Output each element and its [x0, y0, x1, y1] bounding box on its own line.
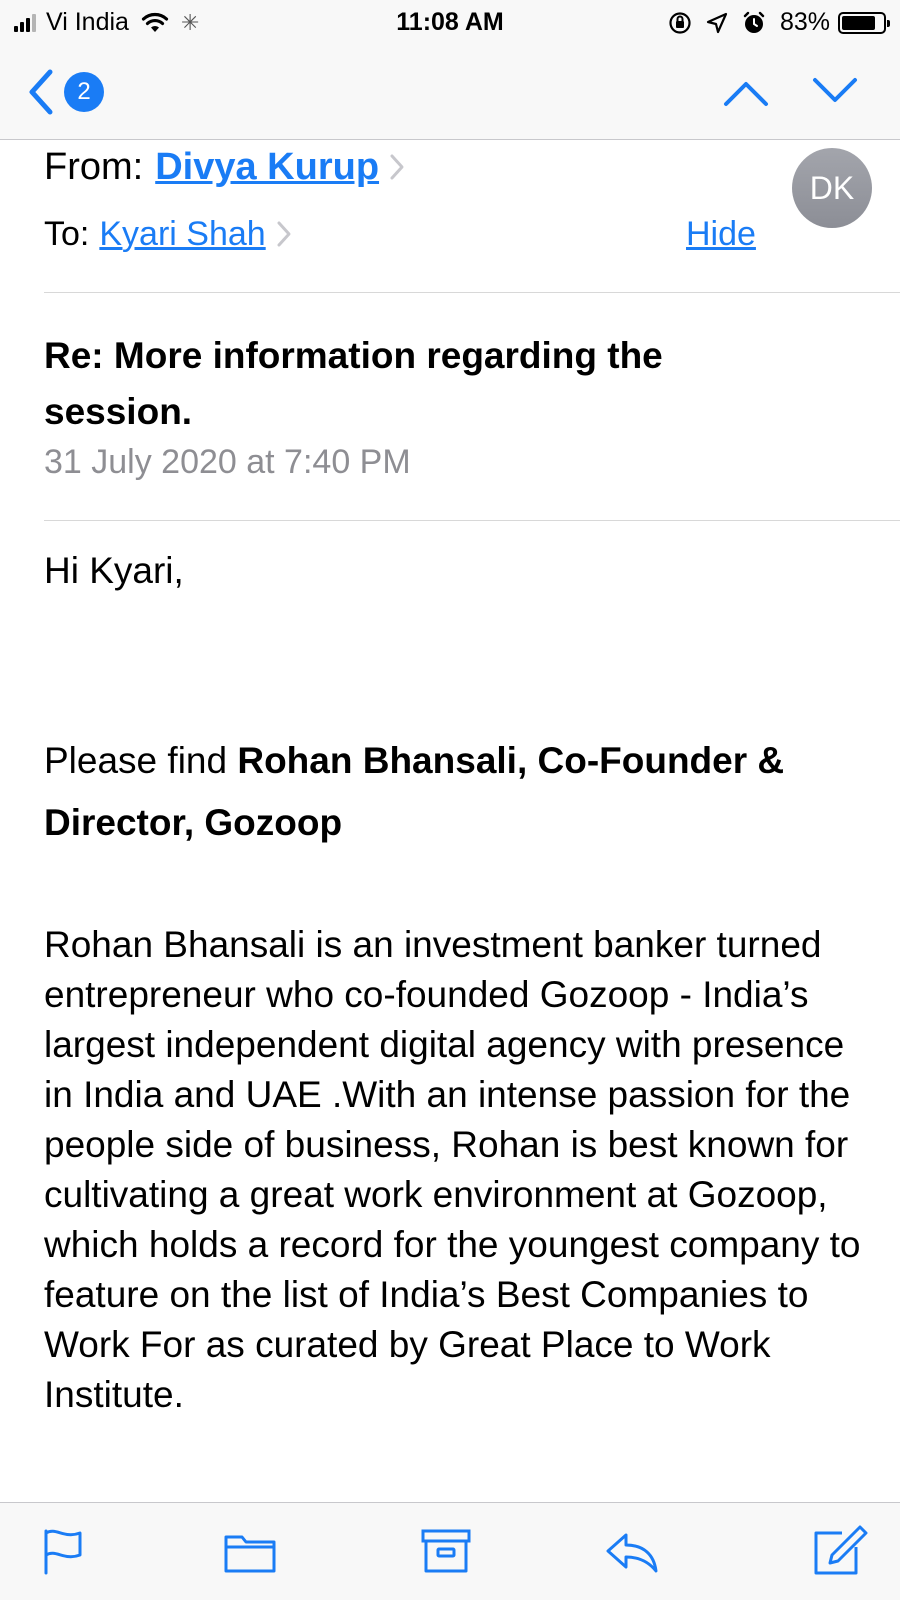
email-date: 31 July 2020 at 7:40 PM — [44, 443, 411, 481]
unread-count-badge: 2 — [64, 72, 104, 112]
archive-button[interactable] — [418, 1525, 474, 1577]
reply-button[interactable] — [604, 1525, 660, 1577]
chevron-right-icon — [277, 221, 291, 247]
back-chevron-icon — [29, 69, 53, 115]
archive-icon — [421, 1529, 471, 1573]
to-row: To: Kyari Shah — [44, 210, 292, 258]
to-label: To: — [44, 214, 90, 253]
up-arrow-icon[interactable] — [722, 72, 770, 112]
move-to-folder-button[interactable] — [222, 1525, 278, 1577]
from-label: From: — [44, 145, 144, 188]
email-subject: Re: More information regarding the sessi… — [44, 335, 663, 432]
navigation-bar: 2 — [0, 46, 900, 140]
down-arrow-icon[interactable] — [811, 72, 859, 112]
orientation-lock-icon — [669, 11, 691, 34]
location-icon — [706, 12, 728, 33]
flag-button[interactable] — [36, 1525, 92, 1577]
intro-prefix: Please find — [44, 740, 238, 781]
from-row: From: Divya Kurup — [44, 140, 405, 194]
sender-avatar[interactable]: DK — [792, 148, 872, 228]
battery-fill — [842, 15, 876, 30]
email-bio: Rohan Bhansali is an investment banker t… — [44, 924, 861, 1415]
email-greeting: Hi Kyari, — [44, 550, 184, 591]
flag-icon — [44, 1529, 82, 1575]
chevron-right-icon — [390, 154, 404, 180]
back-button[interactable]: 2 — [26, 68, 116, 116]
folder-icon — [224, 1535, 276, 1573]
battery-percent: 83% — [779, 8, 830, 36]
compose-icon — [814, 1525, 868, 1575]
recipient-name-link[interactable]: Kyari Shah — [99, 215, 265, 254]
header-divider — [44, 292, 900, 293]
reply-icon — [606, 1533, 658, 1573]
sender-name-link[interactable]: Divya Kurup — [155, 146, 379, 189]
status-right: 83% — [668, 8, 890, 37]
compose-button[interactable] — [812, 1525, 868, 1577]
bottom-toolbar — [0, 1502, 900, 1600]
status-bar: Vi India ✳ 11:08 AM 83% — [0, 0, 900, 46]
hide-details-link[interactable]: Hide — [686, 210, 756, 258]
alarm-icon — [743, 11, 765, 33]
subject-divider — [44, 520, 900, 521]
battery-icon — [838, 11, 890, 34]
email-intro: Please find Rohan Bhansali, Co-Founder &… — [44, 730, 864, 854]
